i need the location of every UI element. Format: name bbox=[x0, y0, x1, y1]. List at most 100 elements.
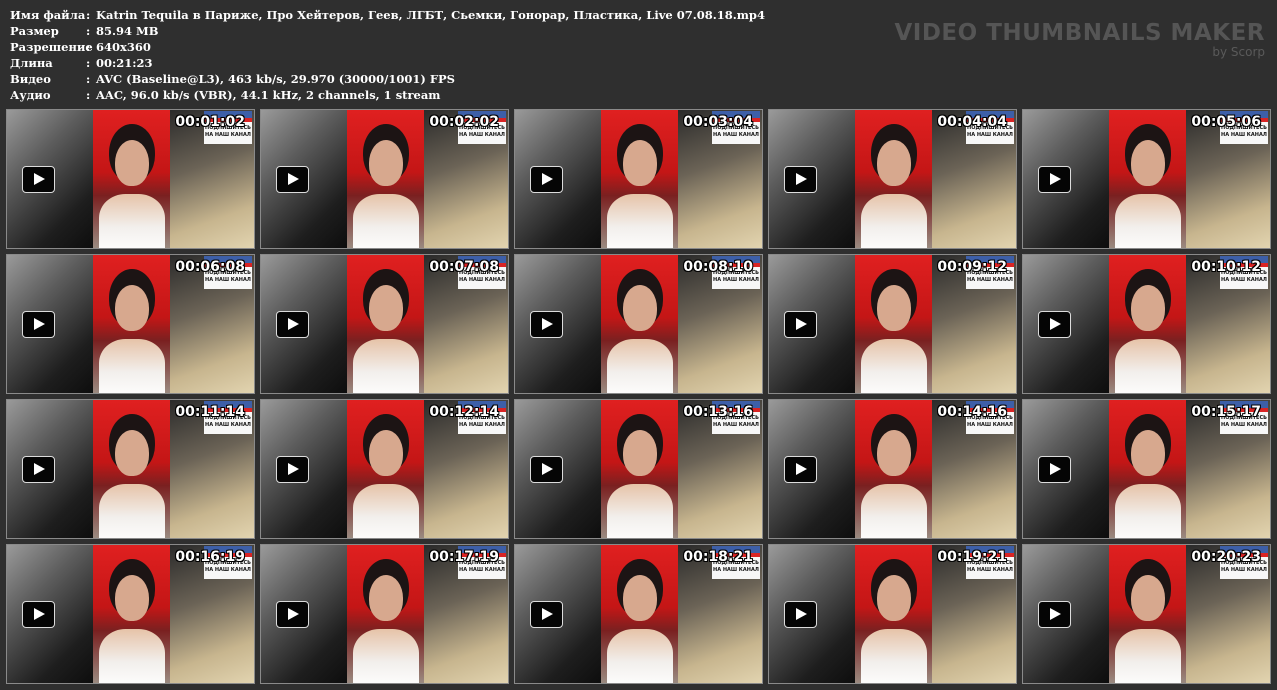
blurred-background-left bbox=[769, 400, 855, 538]
video-frame bbox=[347, 545, 424, 683]
play-logo-icon bbox=[530, 601, 563, 628]
file-size-row: Размер : 85.94 MB bbox=[10, 23, 765, 39]
brand-title: VIDEO THUMBNAILS MAKER bbox=[894, 20, 1265, 46]
play-logo-icon bbox=[276, 166, 309, 193]
person-face bbox=[369, 140, 403, 186]
video-frame bbox=[347, 255, 424, 393]
video-frame bbox=[347, 400, 424, 538]
video-frame bbox=[1109, 400, 1186, 538]
timestamp: 00:20:23 bbox=[1191, 549, 1261, 565]
blurred-background-left bbox=[7, 545, 93, 683]
video-frame bbox=[1109, 110, 1186, 248]
resolution-row: Разрешение : 640x360 bbox=[10, 39, 765, 55]
timestamp: 00:08:10 bbox=[683, 259, 753, 275]
person-face bbox=[369, 575, 403, 621]
play-logo-icon bbox=[1038, 311, 1071, 338]
thumbnail: ПОДПИШИТЕСЬ НА НАШ КАНАЛ 00:05:06 bbox=[1022, 109, 1271, 249]
video-frame bbox=[93, 400, 170, 538]
person-face bbox=[877, 575, 911, 621]
blurred-background-left bbox=[769, 545, 855, 683]
person-face bbox=[1131, 575, 1165, 621]
person-body bbox=[861, 629, 927, 683]
video-row: Видео : AVC (Baseline@L3), 463 kb/s, 29.… bbox=[10, 71, 765, 87]
person-body bbox=[1115, 629, 1181, 683]
play-logo-icon bbox=[1038, 166, 1071, 193]
blurred-background-left bbox=[1023, 110, 1109, 248]
blurred-background-left bbox=[1023, 400, 1109, 538]
play-logo-icon bbox=[530, 166, 563, 193]
timestamp: 00:12:14 bbox=[429, 404, 499, 420]
person-face bbox=[369, 285, 403, 331]
blurred-background-left bbox=[1023, 255, 1109, 393]
play-logo-icon bbox=[1038, 456, 1071, 483]
person-body bbox=[99, 484, 165, 538]
thumbnail: ПОДПИШИТЕСЬ НА НАШ КАНАЛ 00:03:04 bbox=[514, 109, 763, 249]
timestamp: 00:04:04 bbox=[937, 114, 1007, 130]
info-label: Аудио bbox=[10, 88, 51, 102]
audio-row: Аудио : AAC, 96.0 kb/s (VBR), 44.1 kHz, … bbox=[10, 87, 765, 103]
thumbnail: ПОДПИШИТЕСЬ НА НАШ КАНАЛ 00:07:08 bbox=[260, 254, 509, 394]
video-frame bbox=[601, 545, 678, 683]
video-frame bbox=[601, 400, 678, 538]
file-info: Имя файла : Katrin Tequila в Париже, Про… bbox=[10, 7, 765, 103]
timestamp: 00:13:16 bbox=[683, 404, 753, 420]
person-body bbox=[861, 339, 927, 393]
person-face bbox=[115, 140, 149, 186]
info-value: AVC (Baseline@L3), 463 kb/s, 29.970 (300… bbox=[96, 72, 455, 86]
blurred-background-left bbox=[261, 545, 347, 683]
info-separator: : bbox=[86, 72, 91, 86]
play-logo-icon bbox=[276, 601, 309, 628]
person-body bbox=[607, 484, 673, 538]
person-face bbox=[623, 575, 657, 621]
person-body bbox=[353, 484, 419, 538]
thumbnail: ПОДПИШИТЕСЬ НА НАШ КАНАЛ 00:13:16 bbox=[514, 399, 763, 539]
timestamp: 00:03:04 bbox=[683, 114, 753, 130]
timestamp: 00:19:21 bbox=[937, 549, 1007, 565]
video-frame bbox=[93, 545, 170, 683]
person-body bbox=[607, 629, 673, 683]
person-body bbox=[353, 194, 419, 248]
person-face bbox=[623, 285, 657, 331]
info-value: 00:21:23 bbox=[96, 56, 153, 70]
play-logo-icon bbox=[530, 311, 563, 338]
video-frame bbox=[347, 110, 424, 248]
play-logo-icon bbox=[22, 311, 55, 338]
person-body bbox=[861, 194, 927, 248]
video-frame bbox=[855, 400, 932, 538]
person-face bbox=[115, 430, 149, 476]
duration-row: Длина : 00:21:23 bbox=[10, 55, 765, 71]
thumbnail: ПОДПИШИТЕСЬ НА НАШ КАНАЛ 00:20:23 bbox=[1022, 544, 1271, 684]
brand-watermark: VIDEO THUMBNAILS MAKER by Scorp bbox=[894, 20, 1265, 59]
play-logo-icon bbox=[276, 456, 309, 483]
info-value: Katrin Tequila в Париже, Про Хейтеров, Г… bbox=[96, 8, 765, 22]
thumbnail: ПОДПИШИТЕСЬ НА НАШ КАНАЛ 00:06:08 bbox=[6, 254, 255, 394]
timestamp: 00:07:08 bbox=[429, 259, 499, 275]
play-logo-icon bbox=[784, 311, 817, 338]
play-logo-icon bbox=[22, 601, 55, 628]
thumbnail: ПОДПИШИТЕСЬ НА НАШ КАНАЛ 00:10:12 bbox=[1022, 254, 1271, 394]
thumbnail: ПОДПИШИТЕСЬ НА НАШ КАНАЛ 00:15:17 bbox=[1022, 399, 1271, 539]
info-value: 640x360 bbox=[96, 40, 151, 54]
person-body bbox=[607, 339, 673, 393]
info-separator: : bbox=[86, 40, 91, 54]
person-body bbox=[1115, 484, 1181, 538]
info-separator: : bbox=[86, 88, 91, 102]
person-face bbox=[1131, 140, 1165, 186]
timestamp: 00:16:19 bbox=[175, 549, 245, 565]
video-frame bbox=[1109, 545, 1186, 683]
thumbnail: ПОДПИШИТЕСЬ НА НАШ КАНАЛ 00:02:02 bbox=[260, 109, 509, 249]
thumbnail: ПОДПИШИТЕСЬ НА НАШ КАНАЛ 00:01:02 bbox=[6, 109, 255, 249]
play-logo-icon bbox=[22, 456, 55, 483]
timestamp: 00:01:02 bbox=[175, 114, 245, 130]
video-frame bbox=[93, 255, 170, 393]
timestamp: 00:18:21 bbox=[683, 549, 753, 565]
blurred-background-left bbox=[261, 110, 347, 248]
blurred-background-left bbox=[515, 110, 601, 248]
timestamp: 00:02:02 bbox=[429, 114, 499, 130]
timestamp: 00:10:12 bbox=[1191, 259, 1261, 275]
thumbnail: ПОДПИШИТЕСЬ НА НАШ КАНАЛ 00:14:16 bbox=[768, 399, 1017, 539]
timestamp: 00:06:08 bbox=[175, 259, 245, 275]
play-logo-icon bbox=[784, 456, 817, 483]
brand-subtitle: by Scorp bbox=[1212, 45, 1265, 59]
thumbnail: ПОДПИШИТЕСЬ НА НАШ КАНАЛ 00:04:04 bbox=[768, 109, 1017, 249]
